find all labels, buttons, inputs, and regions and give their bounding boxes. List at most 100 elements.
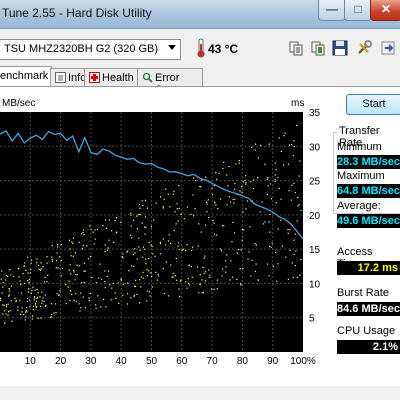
access-time-point (46, 262, 48, 264)
access-time-point (39, 269, 42, 271)
access-time-point (60, 275, 62, 277)
access-time-point (94, 229, 96, 231)
x-tick-label: 100% (290, 356, 316, 367)
access-time-point (136, 258, 138, 260)
minimize-icon: — (326, 2, 338, 16)
y-tick-label-right: 15 (309, 245, 321, 256)
access-time-point (108, 219, 111, 221)
access-time-point (55, 267, 57, 269)
access-time-point (228, 196, 230, 198)
access-time-point (142, 277, 144, 279)
options-icon[interactable] (356, 40, 372, 56)
access-time-point (107, 247, 109, 249)
average-value: 49.6 MB/sec (337, 215, 400, 227)
access-time-point (269, 231, 271, 233)
access-time-point (115, 217, 118, 219)
access-time-point (172, 193, 174, 195)
access-time-point (80, 233, 83, 235)
access-time-point (298, 175, 300, 177)
access-time-point (232, 276, 234, 278)
access-time-point (180, 213, 182, 215)
maximize-button[interactable]: □ (344, 0, 372, 21)
access-time-point (299, 274, 301, 276)
access-time-point (231, 241, 233, 243)
access-time-point (86, 245, 88, 247)
access-time-point (172, 276, 174, 278)
access-time-point (32, 305, 35, 307)
access-time-point (295, 250, 297, 252)
access-time-point (26, 307, 28, 309)
drive-select-value: TSU MHZ2320BH G2 (320 GB) (4, 43, 159, 55)
access-time-point (201, 179, 203, 181)
access-time-point (9, 268, 11, 271)
access-time-point (148, 270, 150, 272)
access-time-point (193, 177, 195, 179)
access-time-point (275, 202, 277, 204)
access-time-point (75, 273, 77, 276)
copy-icon[interactable] (288, 40, 304, 56)
access-time-point (83, 281, 85, 284)
tab-info[interactable]: Info (50, 68, 86, 86)
access-time-point (186, 244, 188, 246)
access-time-point (225, 266, 227, 268)
access-time-point (287, 228, 289, 231)
access-time-point (104, 270, 106, 272)
access-time-point (163, 292, 165, 295)
access-time-point (230, 260, 232, 262)
access-time-point (24, 262, 26, 264)
chevron-down-icon[interactable] (168, 45, 176, 50)
access-time-point (281, 245, 284, 247)
access-time-point (176, 208, 178, 210)
access-time-point (190, 213, 192, 216)
access-time-value-box: 17.2 ms (337, 261, 400, 275)
access-time-point (274, 180, 276, 182)
access-time-point (289, 144, 291, 146)
exit-icon[interactable] (380, 40, 396, 56)
access-time-point (36, 258, 38, 260)
access-time-point (228, 165, 230, 168)
access-time-point (10, 274, 12, 276)
access-time-point (139, 279, 141, 281)
access-time-point (67, 286, 69, 288)
access-time-point (68, 280, 70, 282)
access-time-point (117, 282, 119, 284)
access-time-point (34, 302, 37, 304)
access-time-point (1, 270, 3, 272)
access-time-point (8, 288, 10, 290)
tab-benchmark[interactable]: enchmark (0, 66, 52, 87)
access-time-point (205, 176, 207, 178)
y-tick-label-right: 35 (309, 108, 321, 119)
start-button[interactable]: Start (346, 94, 400, 115)
access-time-point (51, 260, 53, 262)
tab-health[interactable]: Health (84, 68, 138, 86)
access-time-point (159, 241, 161, 243)
access-time-point (247, 258, 249, 260)
access-time-point (194, 208, 196, 210)
access-time-point (241, 239, 243, 241)
access-time-point (36, 297, 38, 300)
save-icon[interactable] (332, 40, 348, 56)
copy-all-icon[interactable] (310, 40, 326, 56)
access-time-point (268, 221, 270, 223)
access-time-point (42, 265, 44, 268)
y-axis-label-right: ms (291, 98, 304, 109)
minimize-button[interactable]: — (318, 0, 346, 21)
access-time-point (178, 185, 180, 187)
access-time-point (46, 281, 48, 283)
access-time-point (243, 229, 245, 231)
burst-rate-value-box: 84.6 MB/sec (337, 302, 400, 316)
access-time-point (187, 283, 189, 285)
access-time-point (61, 259, 63, 262)
access-time-point (131, 237, 133, 239)
access-time-point (70, 255, 72, 257)
access-time-point (23, 282, 25, 285)
close-button[interactable]: ✕ (370, 0, 400, 21)
access-time-point (225, 260, 227, 262)
x-tick-label: 30 (85, 356, 97, 367)
drive-select[interactable]: TSU MHZ2320BH G2 (320 GB) (0, 39, 181, 60)
access-time-point (205, 201, 208, 204)
access-time-point (106, 249, 109, 251)
tab-error-scan[interactable]: Error Scan (137, 68, 203, 96)
access-time-point (127, 282, 129, 284)
maximum-value: 64.8 MB/sec (337, 185, 400, 197)
